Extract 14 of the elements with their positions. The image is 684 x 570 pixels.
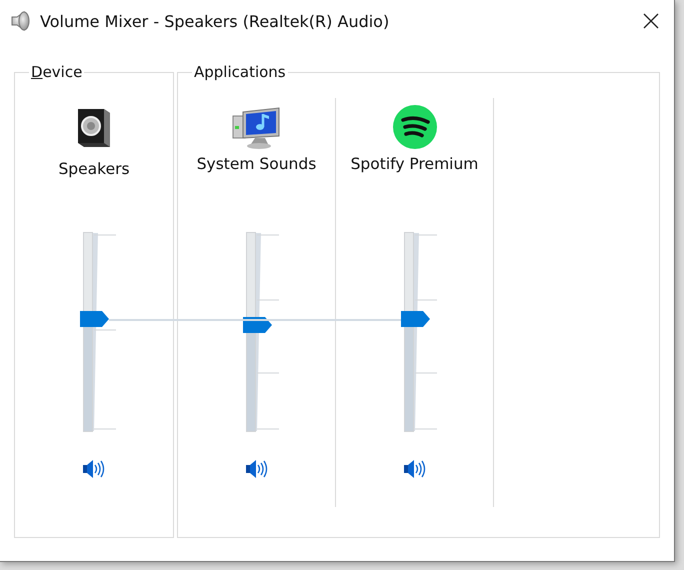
mute-button[interactable]: [244, 458, 268, 480]
channel-name: Speakers: [58, 160, 130, 178]
mute-button[interactable]: [82, 458, 106, 480]
channel-name: Spotify Premium: [350, 155, 478, 173]
slider-thumb[interactable]: [80, 311, 109, 328]
speaker-icon: [10, 10, 32, 32]
spotify-icon: [392, 104, 438, 150]
close-icon: [643, 13, 659, 29]
monitor-icon: [230, 106, 282, 150]
window-title: Volume Mixer - Speakers (Realtek(R) Audio): [40, 12, 390, 30]
mute-button[interactable]: [402, 458, 426, 480]
channel-name: System Sounds: [196, 155, 316, 173]
slider-thumb[interactable]: [242, 316, 272, 333]
slider-thumb[interactable]: [400, 311, 430, 328]
